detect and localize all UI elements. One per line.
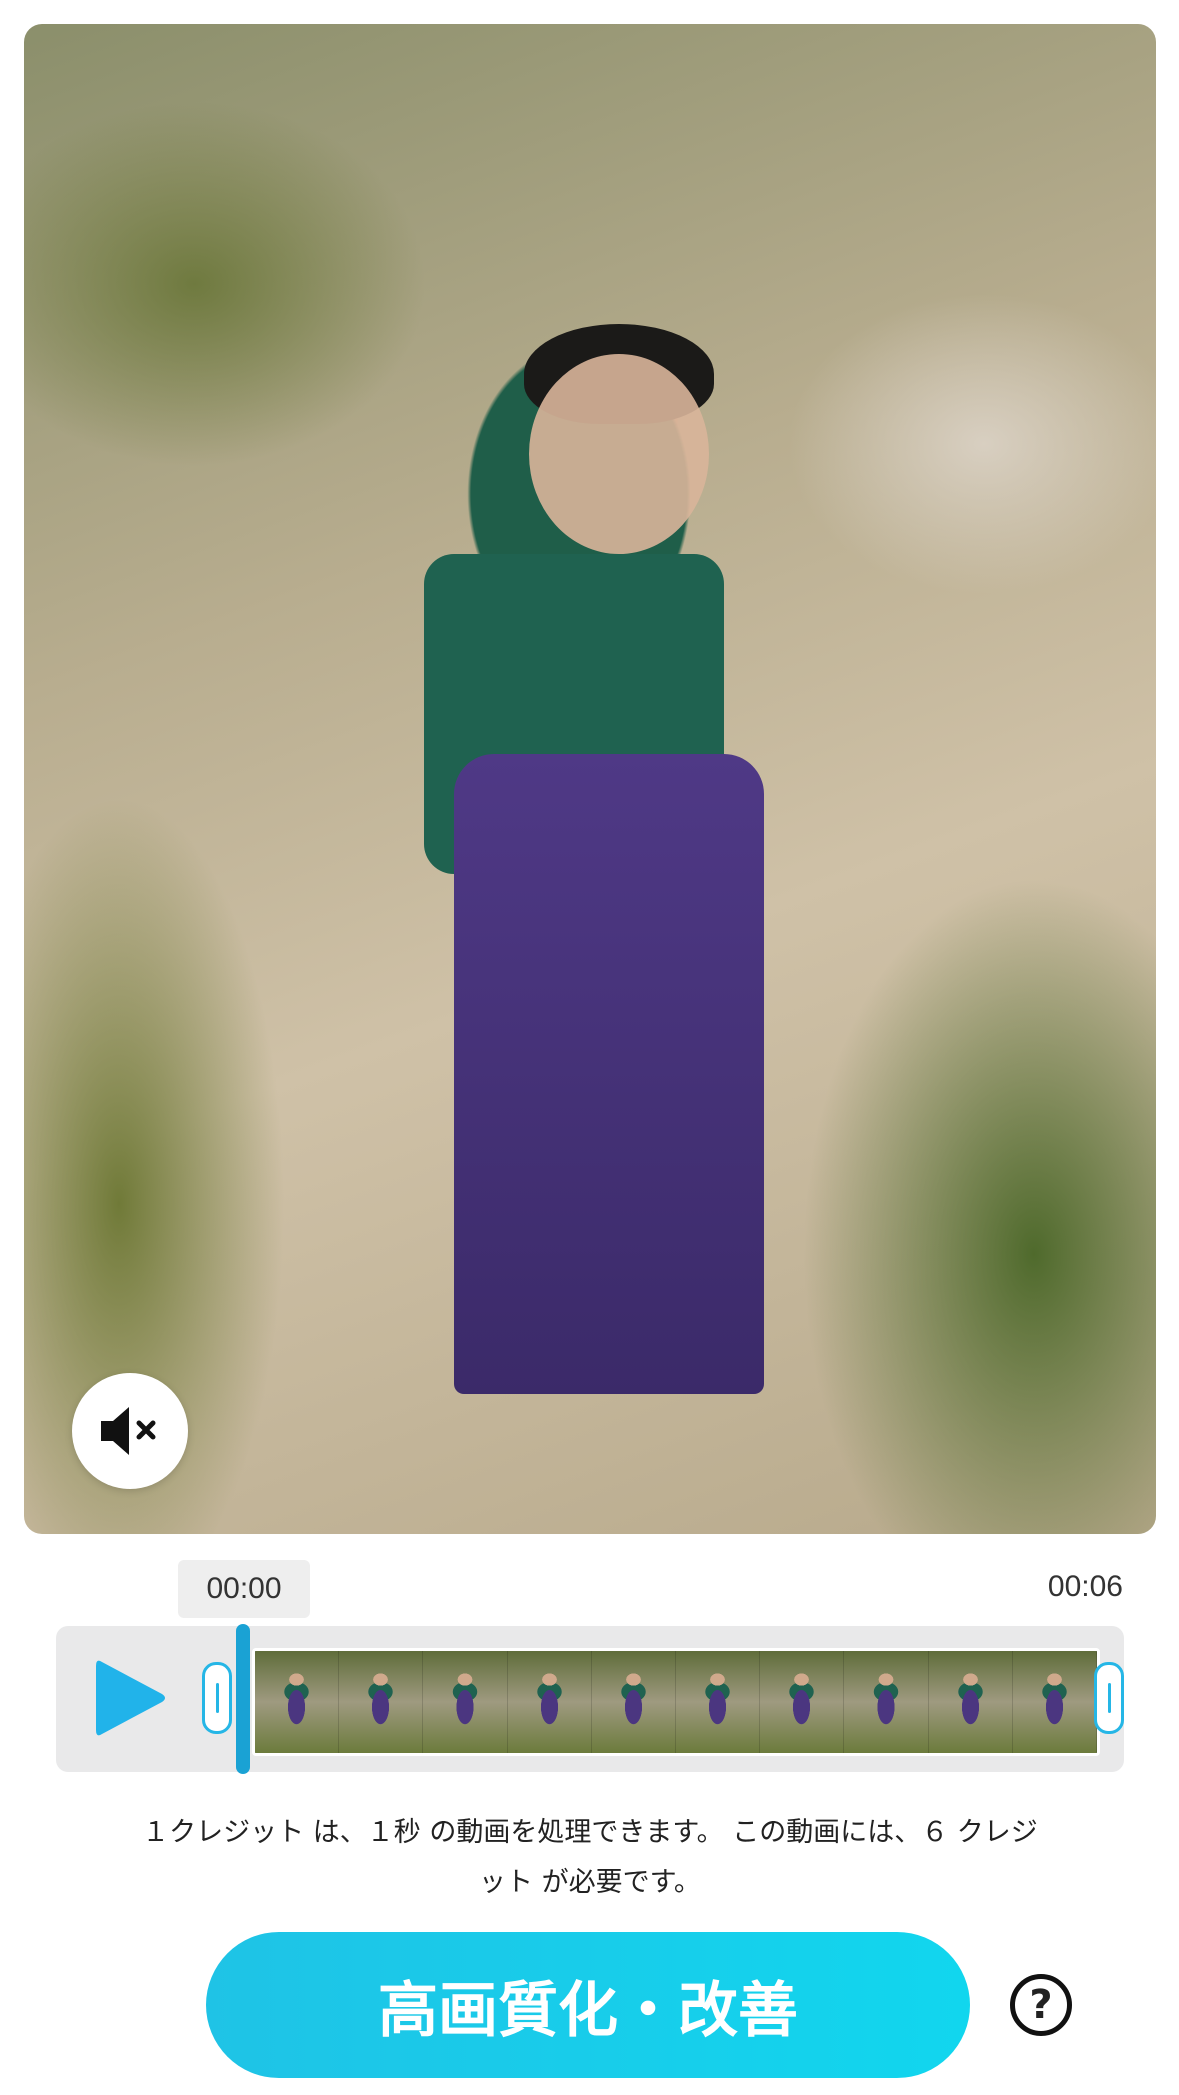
filmstrip-frame — [339, 1651, 424, 1753]
filmstrip-frame — [1012, 1651, 1097, 1753]
credit-info-line-1: １クレジット は、１秒 の動画を処理できます。 この動画には、６ クレジ — [142, 1817, 1038, 1848]
video-preview[interactable] — [24, 24, 1156, 1534]
current-time-label: 00:00 — [178, 1560, 310, 1618]
enhance-button[interactable]: 高画質化・改善 — [206, 1932, 970, 2078]
trim-start-handle[interactable] — [202, 1662, 232, 1734]
filmstrip-frame — [760, 1651, 845, 1753]
speaker-muted-icon — [101, 1407, 156, 1455]
help-button[interactable]: ? — [1010, 1974, 1072, 2036]
filmstrip-frame — [255, 1651, 340, 1753]
playhead[interactable] — [236, 1624, 250, 1774]
play-icon — [96, 1660, 165, 1736]
play-button[interactable] — [82, 1650, 178, 1746]
trim-end-handle[interactable] — [1094, 1662, 1124, 1734]
filmstrip-frame — [844, 1651, 929, 1753]
filmstrip-frame — [676, 1651, 761, 1753]
credit-info-line-2: ット が必要です。 — [479, 1867, 701, 1898]
video-filmstrip[interactable] — [252, 1648, 1100, 1756]
help-icon: ? — [1029, 1982, 1053, 2028]
preview-subject-face — [529, 354, 709, 554]
preview-subject-hakama — [454, 754, 764, 1394]
filmstrip-frame — [507, 1651, 592, 1753]
filmstrip-frame — [928, 1651, 1013, 1753]
filmstrip-frame — [591, 1651, 677, 1753]
mute-button[interactable] — [72, 1373, 188, 1489]
duration-label: 00:06 — [1047, 1570, 1123, 1603]
filmstrip-frame — [423, 1651, 508, 1753]
credit-info-text: １クレジット は、１秒 の動画を処理できます。 この動画には、６ クレジ ット … — [80, 1808, 1100, 1908]
